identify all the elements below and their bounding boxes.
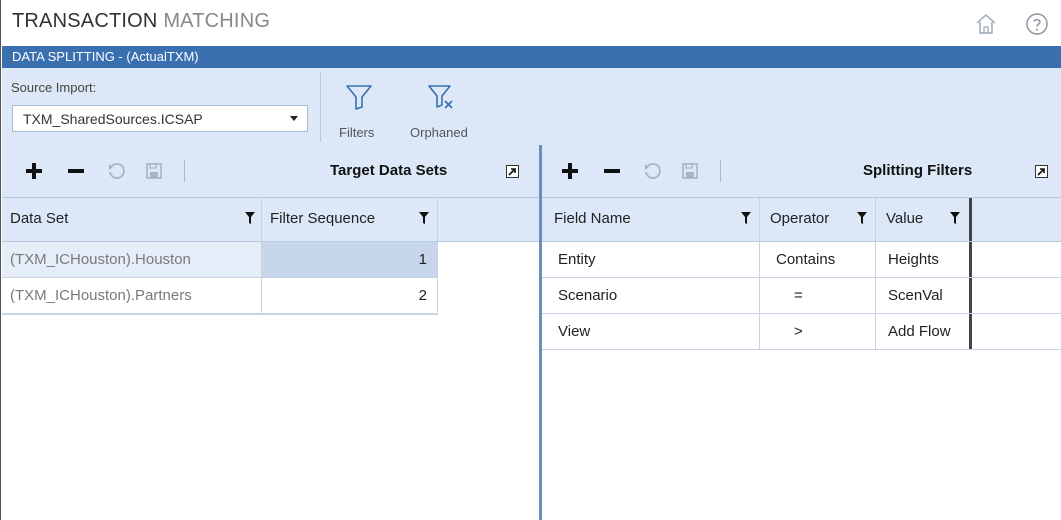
page-title: TRANSACTION MATCHING: [12, 10, 270, 33]
refresh-icon[interactable]: [106, 161, 126, 181]
plus-icon[interactable]: [560, 161, 580, 181]
toolbar-divider: [184, 160, 185, 182]
source-import-dropdown[interactable]: TXM_SharedSources.ICSAP: [12, 105, 308, 132]
filter-icon[interactable]: [950, 212, 960, 224]
field-name-cell[interactable]: View: [542, 314, 760, 349]
filter-sequence-cell[interactable]: 2: [262, 278, 438, 313]
funnel-x-icon: [428, 85, 453, 109]
orphaned-label: Orphaned: [410, 125, 468, 140]
column-header-label: Filter Sequence: [270, 210, 376, 227]
ribbon-divider: [320, 72, 321, 142]
column-header-filter-sequence[interactable]: Filter Sequence: [262, 198, 438, 241]
save-icon[interactable]: [680, 161, 700, 181]
operator-cell[interactable]: >: [760, 314, 876, 349]
filter-icon[interactable]: [857, 212, 867, 224]
data-set-cell[interactable]: (TXM_ICHouston).Houston: [2, 242, 262, 277]
data-set-cell[interactable]: (TXM_ICHouston).Partners: [2, 278, 262, 313]
field-name-cell[interactable]: Scenario: [542, 278, 760, 313]
column-header-label: Value: [886, 210, 924, 227]
row-divider: [2, 314, 438, 315]
refresh-icon[interactable]: [642, 161, 662, 181]
chevron-down-icon: [290, 116, 298, 121]
grid-header: Data Set Filter Sequence: [2, 198, 539, 242]
app-window: TRANSACTION MATCHING DATA SPLITTING - (A…: [0, 0, 1061, 520]
right-pane-toolbar: Splitting Filters: [542, 145, 1061, 198]
target-data-sets-title: Target Data Sets: [330, 162, 448, 179]
filter-sequence-cell[interactable]: 1: [262, 242, 438, 277]
column-header-value[interactable]: Value: [876, 198, 972, 241]
column-header-label: Operator: [770, 210, 830, 227]
value-cell[interactable]: Add Flow: [876, 314, 972, 349]
column-header-operator[interactable]: Operator: [760, 198, 876, 241]
filters-button[interactable]: Filters: [329, 76, 389, 142]
title-bar: TRANSACTION MATCHING: [2, 0, 1061, 46]
column-header-label: Data Set: [10, 210, 69, 227]
filter-icon[interactable]: [245, 212, 255, 224]
table-row[interactable]: (TXM_ICHouston).Partners 2: [2, 278, 438, 314]
splitting-filters-pane: Splitting Filters Field Name Operator Va…: [542, 145, 1061, 520]
plus-icon[interactable]: [24, 161, 44, 181]
expand-icon[interactable]: [506, 165, 519, 178]
operator-cell[interactable]: =: [760, 278, 876, 313]
home-icon[interactable]: [974, 12, 998, 36]
splitting-filters-title: Splitting Filters: [863, 162, 973, 179]
filters-label: Filters: [339, 125, 375, 140]
help-icon[interactable]: [1025, 12, 1049, 36]
table-row[interactable]: (TXM_ICHouston).Houston 1: [2, 242, 438, 278]
ribbon-toolbar: Source Import: TXM_SharedSources.ICSAP F…: [2, 68, 1061, 145]
title-part-2: MATCHING: [163, 10, 271, 32]
table-row[interactable]: Scenario = ScenVal: [542, 278, 1061, 314]
value-cell[interactable]: Heights: [876, 242, 972, 277]
source-import-value: TXM_SharedSources.ICSAP: [23, 111, 203, 127]
target-data-sets-pane: Target Data Sets Data Set Filter Sequenc…: [2, 145, 539, 520]
filter-icon[interactable]: [741, 212, 751, 224]
field-name-cell[interactable]: Entity: [542, 242, 760, 277]
minus-icon[interactable]: [66, 161, 86, 181]
operator-cell[interactable]: Contains: [760, 242, 876, 277]
expand-icon[interactable]: [1035, 165, 1048, 178]
source-import-label: Source Import:: [11, 80, 97, 95]
section-header: DATA SPLITTING - (ActualTXM): [2, 46, 1061, 68]
grid-header: Field Name Operator Value: [542, 198, 1061, 242]
column-header-field-name[interactable]: Field Name: [542, 198, 760, 241]
funnel-icon: [346, 85, 372, 110]
value-cell[interactable]: ScenVal: [876, 278, 972, 313]
minus-icon[interactable]: [602, 161, 622, 181]
filter-icon[interactable]: [419, 212, 429, 224]
table-row[interactable]: View > Add Flow: [542, 314, 1061, 350]
left-pane-toolbar: Target Data Sets: [2, 145, 539, 198]
toolbar-divider: [720, 160, 721, 182]
orphaned-button[interactable]: Orphaned: [404, 76, 484, 142]
title-part-1: TRANSACTION: [12, 10, 158, 32]
column-header-data-set[interactable]: Data Set: [2, 198, 262, 241]
column-header-label: Field Name: [554, 210, 631, 227]
save-icon[interactable]: [144, 161, 164, 181]
table-row[interactable]: Entity Contains Heights: [542, 242, 1061, 278]
